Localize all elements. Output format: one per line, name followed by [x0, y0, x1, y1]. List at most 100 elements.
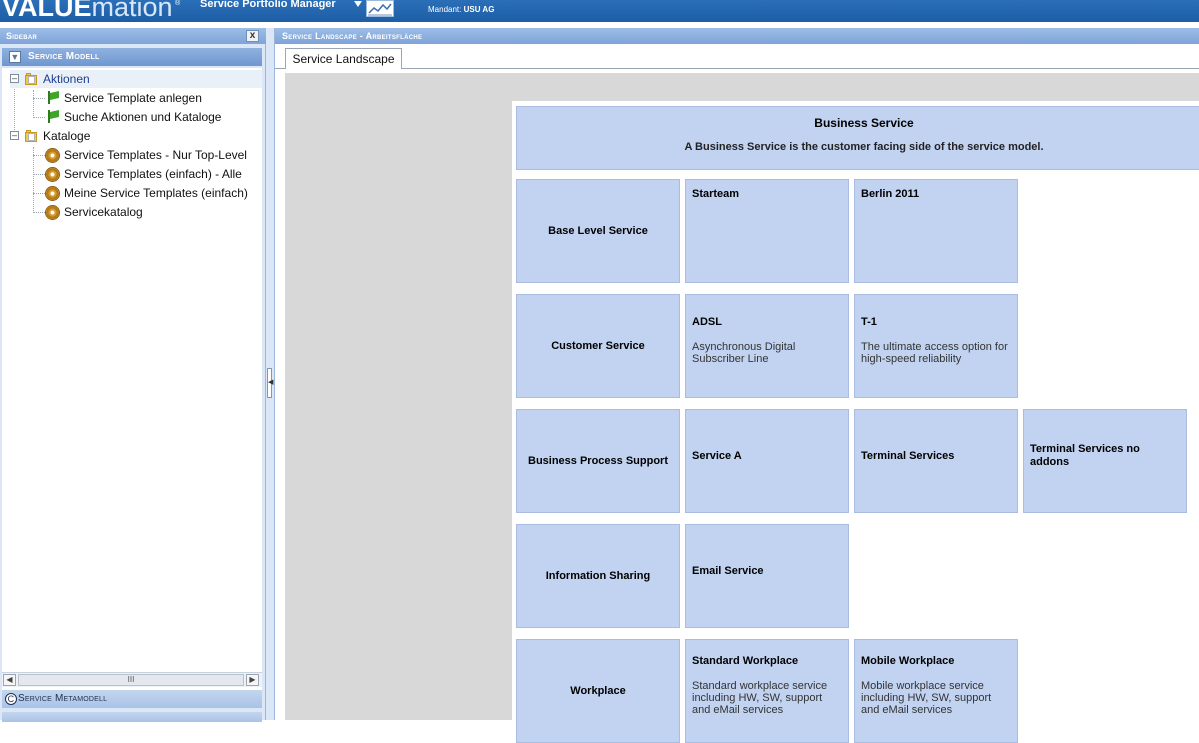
collapse-arrow-icon[interactable]: ▼ [9, 51, 21, 63]
row-label-information-sharing[interactable]: Information Sharing [516, 524, 680, 628]
module-dropdown-icon[interactable] [354, 1, 362, 7]
module-title[interactable]: Service Portfolio Manager [200, 0, 336, 10]
tree-node-label: Kataloge [43, 129, 91, 143]
folder-icon [25, 130, 39, 142]
tree-item-meine-service-templates[interactable]: Meine Service Templates (einfach) [46, 184, 262, 202]
cell-description: Standard workplace service including HW,… [692, 680, 828, 716]
service-cell-mobile-workplace[interactable]: Mobile Workplace Mobile workplace servic… [854, 639, 1018, 743]
chart-icon[interactable] [366, 0, 394, 17]
tree-node-aktionen[interactable]: – Aktionen [10, 70, 262, 88]
mandant-value: USU AG [463, 5, 495, 14]
app-header: VALUEmation ® Service Portfolio Manager … [0, 0, 1199, 22]
cell-title: Terminal Services no addons [1030, 443, 1140, 468]
service-landscape: Business Service A Business Service is t… [512, 101, 1199, 743]
gear-icon [46, 149, 59, 162]
next-section-header[interactable] [2, 712, 262, 722]
cell-description: Mobile workplace service including HW, S… [861, 680, 992, 716]
sidebar-tree: – Aktionen Service Template anlegen Such… [2, 68, 262, 700]
service-cell-terminal-services[interactable]: Terminal Services [854, 409, 1018, 513]
row-label-base-level-service[interactable]: Base Level Service [516, 179, 680, 283]
service-cell-berlin-2011[interactable]: Berlin 2011 [854, 179, 1018, 283]
tree-item-service-templates-einfach-alle[interactable]: Service Templates (einfach) - Alle [46, 165, 262, 183]
collapse-sidebar-icon[interactable]: ◀ [267, 368, 273, 398]
tree-connector [33, 193, 45, 194]
business-service-header[interactable]: Business Service A Business Service is t… [516, 106, 1199, 170]
main-panel-title: Service Landscape - Arbeitsfläche [275, 28, 1199, 44]
service-cell-service-a[interactable]: Service A [685, 409, 849, 513]
tree-item-label: Servicekatalog [64, 205, 143, 219]
tree-item-label: Meine Service Templates (einfach) [64, 186, 248, 200]
tree-item-service-template-anlegen[interactable]: Service Template anlegen [46, 89, 262, 107]
valuemation-logo: VALUEmation [2, 0, 173, 22]
row-label-workplace[interactable]: Workplace [516, 639, 680, 743]
cell-title: Berlin 2011 [861, 188, 920, 200]
gear-icon [46, 187, 59, 200]
collapse-toggle-icon[interactable]: – [10, 131, 19, 140]
tree-item-suche-aktionen[interactable]: Suche Aktionen und Kataloge [46, 108, 262, 126]
cell-title: Terminal Services [861, 450, 955, 462]
tab-strip: Service Landscape [275, 44, 1199, 70]
service-cell-terminal-services-no-addons[interactable]: Terminal Services no addons [1023, 409, 1187, 513]
sidebar-close-button[interactable]: x [246, 30, 259, 42]
tree-node-kataloge[interactable]: – Kataloge [10, 127, 262, 145]
scroll-thumb[interactable]: III [18, 674, 244, 686]
cell-title: Standard Workplace [692, 655, 799, 667]
cell-title: T-1 [861, 316, 877, 328]
tree-item-service-templates-top-level[interactable]: Service Templates - Nur Top-Level [46, 146, 262, 164]
service-cell-starteam[interactable]: Starteam [685, 179, 849, 283]
service-cell-standard-workplace[interactable]: Standard Workplace Standard workplace se… [685, 639, 849, 743]
service-modell-section-header[interactable]: ▼ Service Modell [2, 48, 262, 66]
cell-title: Starteam [692, 188, 740, 200]
service-cell-adsl[interactable]: ADSL Asynchronous Digital Subscriber Lin… [685, 294, 849, 398]
tree-item-label: Service Templates (einfach) - Alle [64, 167, 242, 181]
main-panel: Service Landscape - Arbeitsfläche Servic… [274, 28, 1199, 743]
cell-description: Asynchronous Digital Subscriber Line [692, 341, 796, 365]
row-label-business-process-support[interactable]: Business Process Support [516, 409, 680, 513]
section-title: Service Metamodell [18, 693, 108, 704]
mandant-info: Mandant: USU AG [428, 5, 494, 14]
sidebar-title: Sidebar [0, 28, 266, 44]
business-service-description: A Business Service is the customer facin… [684, 141, 1044, 153]
tree-item-label: Suche Aktionen und Kataloge [64, 110, 222, 124]
green-flag-icon [46, 110, 60, 123]
sidebar: Sidebar x ▼ Service Modell – Aktionen Se… [0, 28, 266, 722]
cell-title: Service A [692, 450, 742, 462]
tree-node-label: Aktionen [43, 72, 90, 86]
tab-content: Business Service A Business Service is t… [275, 69, 1199, 743]
business-service-title: Business Service [814, 116, 914, 130]
cell-description: The ultimate access option for high-spee… [861, 341, 1008, 365]
copyright-icon: C [5, 693, 17, 705]
tree-connector [33, 90, 34, 116]
service-metamodell-section-header[interactable]: C Service Metamodell [2, 690, 262, 708]
collapse-toggle-icon[interactable]: – [10, 74, 19, 83]
tree-connector [33, 117, 45, 118]
service-cell-t-1[interactable]: T-1 The ultimate access option for high-… [854, 294, 1018, 398]
cell-title: Email Service [692, 565, 764, 577]
section-title: Service Modell [28, 51, 100, 62]
gear-icon [46, 206, 59, 219]
service-cell-email-service[interactable]: Email Service [685, 524, 849, 628]
tree-connector [33, 174, 45, 175]
logo-registered-mark: ® [175, 0, 181, 7]
sidebar-horizontal-scrollbar[interactable]: ◀ III ▶ [2, 672, 262, 687]
tree-connector [33, 212, 45, 213]
cell-title: Mobile Workplace [861, 655, 955, 667]
cell-title: ADSL [692, 316, 722, 328]
tab-service-landscape[interactable]: Service Landscape [285, 48, 402, 70]
gear-icon [46, 168, 59, 181]
row-label-customer-service[interactable]: Customer Service [516, 294, 680, 398]
mandant-label: Mandant: [428, 5, 462, 14]
tree-connector [33, 155, 45, 156]
scroll-left-icon[interactable]: ◀ [3, 674, 16, 686]
tree-item-servicekatalog[interactable]: Servicekatalog [46, 203, 262, 221]
tree-connector [33, 98, 45, 99]
panel-splitter[interactable]: ◀ [266, 28, 274, 720]
tree-item-label: Service Templates - Nur Top-Level [64, 148, 247, 162]
landscape-canvas: Business Service A Business Service is t… [285, 73, 1199, 743]
tree-item-label: Service Template anlegen [64, 91, 202, 105]
scroll-right-icon[interactable]: ▶ [246, 674, 259, 686]
logo-light-text: mation [91, 0, 173, 22]
logo-bold-text: VALUE [2, 0, 92, 22]
green-flag-icon [46, 91, 60, 104]
tree-connector [33, 147, 34, 211]
